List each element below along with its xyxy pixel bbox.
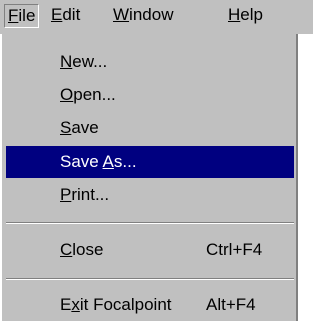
menu-item-close-shortcut: Ctrl+F4: [206, 240, 263, 259]
menu-item-close[interactable]: Close Ctrl+F4: [6, 234, 294, 266]
menu-item-print-post: rint...: [71, 185, 110, 204]
menu-item-save[interactable]: Save: [6, 112, 294, 144]
menu-help-mnemonic: H: [228, 5, 241, 24]
menu-item-save-mnemonic: S: [60, 118, 72, 137]
menu-item-print-label: Print...: [60, 179, 109, 211]
menu-item-open-post: pen...: [73, 85, 116, 104]
menu-window[interactable]: Window: [110, 4, 176, 28]
menu-item-save-as-label: Save As...: [60, 146, 137, 178]
menu-window-mnemonic: W: [113, 5, 130, 24]
menu-item-open[interactable]: Open...: [6, 79, 294, 111]
menu-edit[interactable]: Edit: [48, 4, 83, 28]
menu-file[interactable]: File: [4, 4, 40, 28]
menu-edit-label-post: dit: [62, 5, 81, 24]
menu-item-save-as-mnemonic: A: [102, 152, 114, 171]
menu-item-exit-label: Exit Focalpoint: [60, 289, 172, 321]
menu-item-print-mnemonic: P: [60, 185, 72, 204]
menu-item-save-as-pre: Save: [60, 152, 103, 171]
menu-bar: File Edit Window Help: [0, 0, 313, 34]
menu-window-label-post: indow: [129, 5, 174, 24]
menu-item-new-post: ew...: [72, 52, 108, 71]
menu-help-label-post: elp: [240, 5, 263, 24]
menu-item-exit-post: it Focalpoint: [79, 295, 172, 314]
menu-item-new[interactable]: New...: [6, 46, 294, 78]
menu-item-new-label: New...: [60, 46, 107, 78]
menu-edit-mnemonic: E: [51, 5, 63, 24]
menu-item-save-post: ave: [71, 118, 99, 137]
menu-item-save-as-post: s...: [113, 152, 137, 171]
menu-item-exit-mnemonic: x: [71, 295, 80, 314]
menu-file-mnemonic: F: [8, 6, 19, 25]
menu-item-save-label: Save: [60, 112, 99, 144]
menu-item-exit-shortcut: Alt+F4: [206, 295, 256, 314]
menu-item-close-mnemonic: C: [60, 240, 73, 259]
menu-item-open-label: Open...: [60, 79, 116, 111]
menu-item-new-mnemonic: N: [60, 52, 73, 71]
menu-item-open-mnemonic: O: [60, 85, 74, 104]
file-menu-dropdown: New... Open... Save Save As... Print... …: [0, 34, 298, 321]
menu-item-close-post: lose: [72, 240, 104, 259]
menu-item-exit[interactable]: Exit Focalpoint Alt+F4: [6, 289, 294, 321]
menu-item-close-label: Close: [60, 234, 103, 266]
menu-file-label-post: ile: [18, 6, 36, 25]
menu-separator: [6, 278, 294, 280]
menu-help[interactable]: Help: [225, 4, 266, 28]
menu-item-print[interactable]: Print...: [6, 179, 294, 211]
menu-item-save-as[interactable]: Save As...: [6, 146, 294, 178]
menu-item-exit-pre: E: [60, 295, 72, 314]
menu-separator: [6, 222, 294, 224]
